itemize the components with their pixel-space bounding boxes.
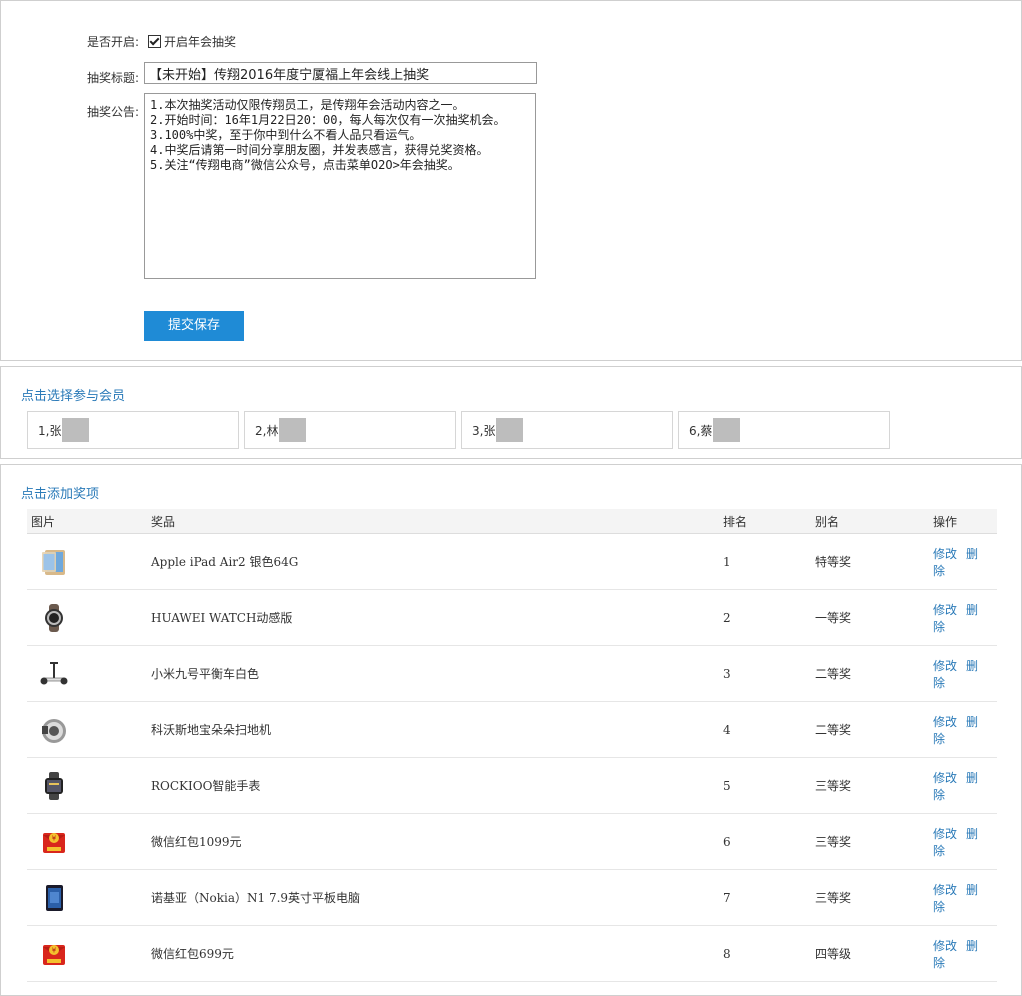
edit-prize-link[interactable]: 修改 xyxy=(933,715,957,729)
member-name: 6,蔡 xyxy=(689,423,713,438)
prize-image-cell xyxy=(27,757,151,814)
header-actions: 操作 xyxy=(933,509,997,534)
prize-actions: 修改 删除 xyxy=(933,813,997,870)
prize-rank: 3 xyxy=(723,645,815,702)
prize-actions: 修改 删除 xyxy=(933,925,997,982)
svg-text:¥: ¥ xyxy=(52,834,57,842)
redacted-name-block xyxy=(713,418,741,442)
edit-prize-link[interactable]: 修改 xyxy=(933,603,957,617)
prizes-panel: 点击添加奖项 图片 奖品 排名 别名 操作 Apple iPad Air2 银色… xyxy=(0,464,1022,996)
prize-row: Apple iPad Air2 银色64G 1 特等奖 修改 删除 xyxy=(27,533,997,590)
submit-save-button[interactable]: 提交保存 xyxy=(144,311,244,341)
member-name: 3,张 xyxy=(472,423,496,438)
prize-rank: 8 xyxy=(723,925,815,982)
edit-prize-link[interactable]: 修改 xyxy=(933,771,957,785)
prize-image-cell xyxy=(27,589,151,646)
header-alias: 别名 xyxy=(815,509,933,534)
prize-rank: 5 xyxy=(723,757,815,814)
prize-rank: 4 xyxy=(723,701,815,758)
members-panel: 点击选择参与会员 1,张 2,林 3,张 6,蔡 xyxy=(0,366,1022,459)
prize-rank: 7 xyxy=(723,869,815,926)
prize-name: 小米九号平衡车白色 xyxy=(151,645,723,702)
prize-rank: 6 xyxy=(723,813,815,870)
edit-prize-link[interactable]: 修改 xyxy=(933,939,957,953)
prize-alias: 四等级 xyxy=(815,925,933,982)
red-envelope-icon: ¥ xyxy=(39,939,69,969)
add-prize-link[interactable]: 点击添加奖项 xyxy=(21,483,99,502)
settings-panel: 是否开启: 开启年会抽奖 抽奖标题: 抽奖公告: 1.本次抽奖活动仅限传翔员工，… xyxy=(0,0,1022,361)
prize-alias: 三等奖 xyxy=(815,869,933,926)
prize-row: ROCKIOO智能手表 5 三等奖 修改 删除 xyxy=(27,757,997,814)
prize-table-header: 图片 奖品 排名 别名 操作 xyxy=(27,509,997,534)
prize-row: 科沃斯地宝朵朵扫地机 4 二等奖 修改 删除 xyxy=(27,701,997,758)
prize-name: ROCKIOO智能手表 xyxy=(151,757,723,814)
tablet-dark-icon xyxy=(39,883,69,913)
prize-alias: 二等奖 xyxy=(815,701,933,758)
prize-name: 微信红包1099元 xyxy=(151,813,723,870)
prize-row: 诺基亚（Nokia）N1 7.9英寸平板电脑 7 三等奖 修改 删除 xyxy=(27,869,997,926)
header-image: 图片 xyxy=(27,509,151,534)
enable-toggle[interactable]: 开启年会抽奖 xyxy=(148,33,236,50)
red-envelope-icon: ¥ xyxy=(39,827,69,857)
prize-actions: 修改 删除 xyxy=(933,533,997,590)
member-name: 1,张 xyxy=(38,423,62,438)
edit-prize-link[interactable]: 修改 xyxy=(933,659,957,673)
title-label: 抽奖标题: xyxy=(87,71,140,85)
prize-actions: 修改 删除 xyxy=(933,869,997,926)
notice-label: 抽奖公告: xyxy=(87,105,140,119)
prize-image-cell xyxy=(27,869,151,926)
prize-actions: 修改 删除 xyxy=(933,757,997,814)
prize-rank: 2 xyxy=(723,589,815,646)
edit-prize-link[interactable]: 修改 xyxy=(933,827,957,841)
member-name: 2,林 xyxy=(255,423,279,438)
enable-checkbox-label: 开启年会抽奖 xyxy=(164,35,237,49)
prize-image-cell xyxy=(27,533,151,590)
redacted-name-block xyxy=(62,418,90,442)
enable-label: 是否开启: xyxy=(87,35,140,49)
select-members-link[interactable]: 点击选择参与会员 xyxy=(21,385,125,404)
prize-image-cell: ¥ xyxy=(27,813,151,870)
redacted-name-block xyxy=(279,418,307,442)
member-card[interactable]: 2,林 xyxy=(244,411,456,449)
prize-name: 诺基亚（Nokia）N1 7.9英寸平板电脑 xyxy=(151,869,723,926)
enable-checkbox[interactable] xyxy=(148,35,161,48)
edit-prize-link[interactable]: 修改 xyxy=(933,547,957,561)
prize-alias: 三等奖 xyxy=(815,757,933,814)
member-card[interactable]: 6,蔡 xyxy=(678,411,890,449)
prize-image-cell xyxy=(27,701,151,758)
prize-actions: 修改 删除 xyxy=(933,589,997,646)
prize-image-cell: ¥ xyxy=(27,925,151,982)
watch-icon xyxy=(39,603,69,633)
notice-textarea[interactable]: 1.本次抽奖活动仅限传翔员工，是传翔年会活动内容之一。 2.开始时间：16年1月… xyxy=(144,93,536,279)
svg-text:¥: ¥ xyxy=(52,946,57,954)
redacted-name-block xyxy=(496,418,524,442)
prize-actions: 修改 删除 xyxy=(933,701,997,758)
prize-actions: 修改 删除 xyxy=(933,645,997,702)
prize-image-cell xyxy=(27,645,151,702)
title-input[interactable] xyxy=(144,62,537,84)
header-name: 奖品 xyxy=(151,509,723,534)
member-card[interactable]: 1,张 xyxy=(27,411,239,449)
prize-name: Apple iPad Air2 银色64G xyxy=(151,533,723,590)
header-rank: 排名 xyxy=(723,509,815,534)
prize-row: ¥ 微信红包699元 8 四等级 修改 删除 xyxy=(27,925,997,982)
scooter-icon xyxy=(39,659,69,689)
prize-rank: 1 xyxy=(723,533,815,590)
robot-vacuum-icon xyxy=(39,715,69,745)
prize-alias: 二等奖 xyxy=(815,645,933,702)
prize-name: 微信红包699元 xyxy=(151,925,723,982)
prize-row: ¥ 微信红包1099元 6 三等奖 修改 删除 xyxy=(27,813,997,870)
smartwatch-icon xyxy=(39,771,69,801)
prize-alias: 特等奖 xyxy=(815,533,933,590)
prize-alias: 三等奖 xyxy=(815,813,933,870)
prize-alias: 一等奖 xyxy=(815,589,933,646)
prize-row: HUAWEI WATCH动感版 2 一等奖 修改 删除 xyxy=(27,589,997,646)
edit-prize-link[interactable]: 修改 xyxy=(933,883,957,897)
prize-table: 图片 奖品 排名 别名 操作 Apple iPad Air2 银色64G 1 特等奖… xyxy=(27,509,997,982)
prize-name: 科沃斯地宝朵朵扫地机 xyxy=(151,701,723,758)
member-card[interactable]: 3,张 xyxy=(461,411,673,449)
prize-row: 小米九号平衡车白色 3 二等奖 修改 删除 xyxy=(27,645,997,702)
tablet-icon xyxy=(39,547,69,577)
prize-name: HUAWEI WATCH动感版 xyxy=(151,589,723,646)
